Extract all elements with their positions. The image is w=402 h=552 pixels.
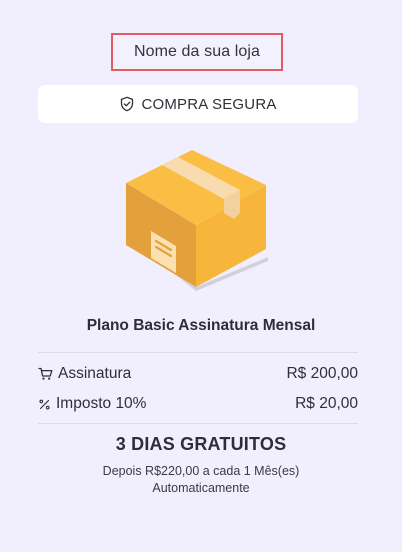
tax-row: Imposto 10% R$ 20,00 bbox=[38, 393, 358, 415]
trial-description: Depois R$220,00 a cada 1 Mês(es) Automat… bbox=[0, 463, 402, 497]
shield-check-icon bbox=[119, 96, 135, 112]
store-name[interactable]: Nome da sua loja bbox=[111, 33, 283, 71]
subscription-label: Assinatura bbox=[58, 365, 132, 382]
divider bbox=[38, 423, 358, 424]
store-name-text: Nome da sua loja bbox=[133, 43, 261, 60]
secure-purchase-banner: COMPRA SEGURA bbox=[38, 85, 358, 123]
divider bbox=[38, 352, 358, 353]
percent-icon bbox=[38, 398, 51, 411]
subscription-row: Assinatura R$ 200,00 bbox=[38, 363, 358, 385]
tax-label: Imposto 10% bbox=[56, 395, 147, 412]
plan-title: Plano Basic Assinatura Mensal bbox=[86, 317, 316, 334]
trial-title: 3 DIAS GRATUITOS bbox=[115, 434, 287, 454]
subscription-value: R$ 200,00 bbox=[286, 365, 358, 382]
package-box-icon bbox=[118, 145, 278, 300]
trial-description-line1: Depois R$220,00 a cada 1 Mês(es) bbox=[102, 464, 300, 478]
cart-icon bbox=[38, 367, 53, 381]
secure-purchase-label: COMPRA SEGURA bbox=[141, 95, 277, 113]
trial-description-line2: Automaticamente bbox=[152, 481, 250, 495]
tax-value: R$ 20,00 bbox=[295, 395, 358, 412]
